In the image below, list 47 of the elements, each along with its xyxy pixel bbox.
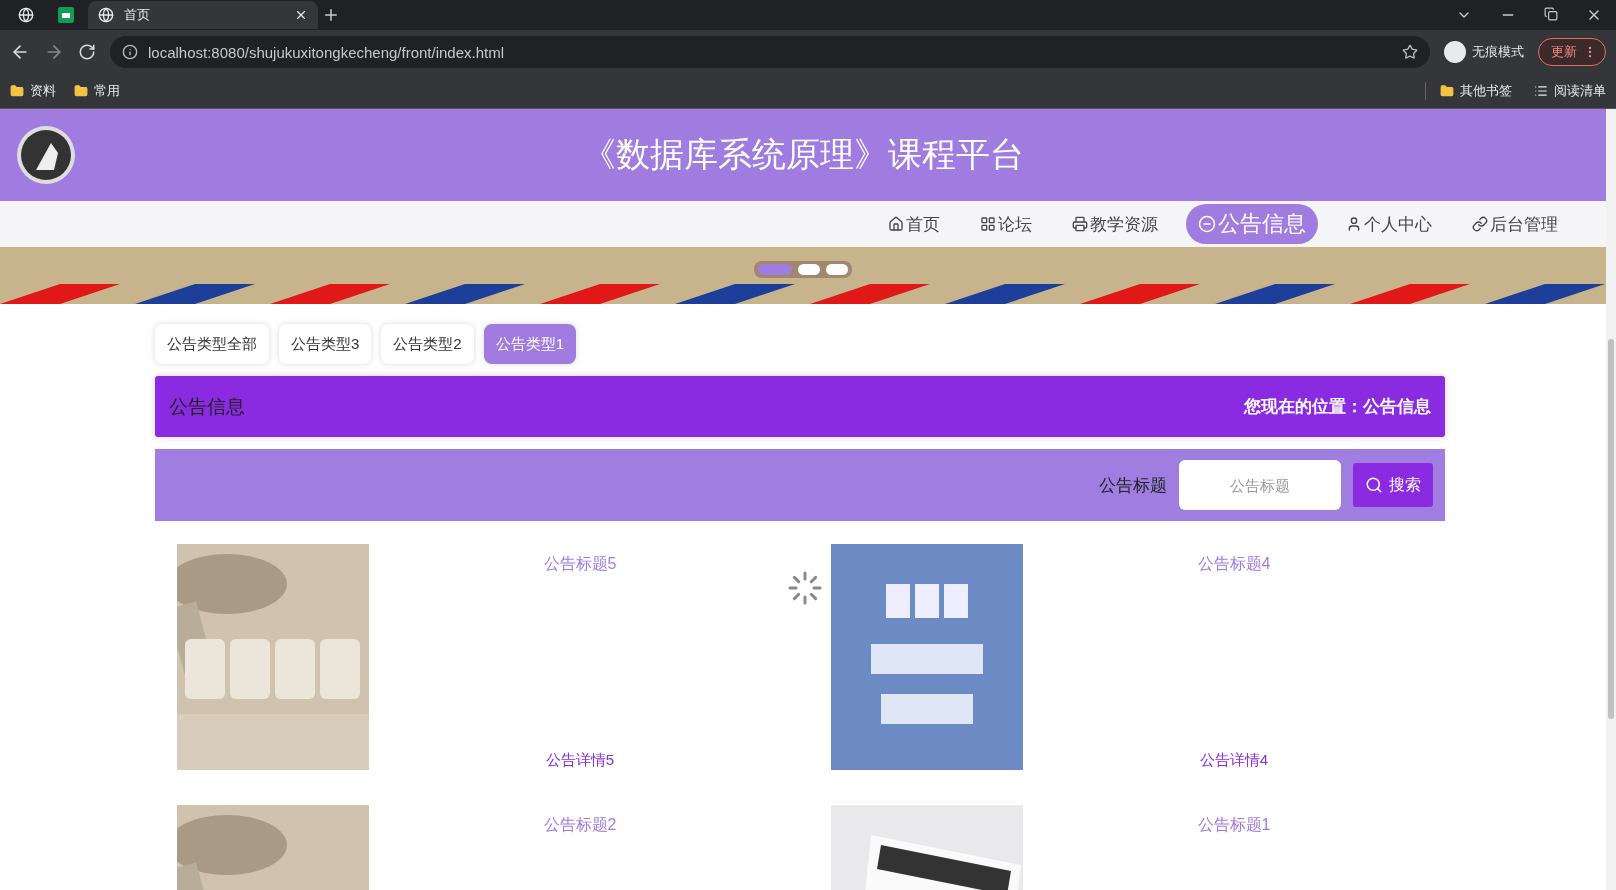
notice-detail[interactable]: 公告详情5 bbox=[545, 751, 615, 770]
resource-icon bbox=[1072, 216, 1088, 232]
nav-link[interactable]: 首页 bbox=[876, 204, 952, 244]
sheet-icon bbox=[58, 7, 74, 23]
incognito-label: 无痕模式 bbox=[1472, 43, 1524, 61]
update-button[interactable]: 更新 bbox=[1538, 38, 1606, 66]
reload-icon[interactable] bbox=[78, 43, 96, 61]
notice-icon bbox=[1198, 215, 1216, 233]
search-label: 公告标题 bbox=[1099, 474, 1167, 497]
filter-tab[interactable]: 公告类型3 bbox=[279, 324, 372, 364]
nav-link[interactable]: 个人中心 bbox=[1334, 204, 1444, 244]
breadcrumb: 您现在的位置：公告信息 bbox=[1244, 396, 1431, 418]
filter-tab[interactable]: 公告类型2 bbox=[381, 324, 474, 364]
list-icon bbox=[1534, 84, 1548, 98]
section-title: 公告信息 bbox=[169, 394, 245, 419]
logo-icon bbox=[16, 125, 76, 185]
new-tab-icon[interactable] bbox=[322, 6, 340, 24]
search-icon bbox=[1365, 476, 1383, 494]
browser-tab[interactable]: 首页 bbox=[88, 1, 318, 29]
user-icon bbox=[1346, 216, 1362, 232]
nav-link[interactable]: 后台管理 bbox=[1460, 204, 1570, 244]
globe-icon bbox=[18, 7, 34, 23]
restore-icon[interactable] bbox=[1544, 7, 1558, 21]
bookmark[interactable]: 其他书签 bbox=[1440, 82, 1512, 100]
search-button[interactable]: 搜索 bbox=[1353, 463, 1433, 507]
star-icon[interactable] bbox=[1402, 44, 1418, 60]
incognito-icon bbox=[1444, 41, 1466, 63]
bookmark[interactable]: 常用 bbox=[74, 82, 120, 100]
globe-icon bbox=[98, 7, 114, 23]
folder-icon bbox=[1440, 84, 1454, 98]
folder-icon bbox=[10, 84, 24, 98]
site-title: 《数据库系统原理》课程平台 bbox=[581, 134, 1025, 175]
info-icon bbox=[122, 44, 138, 60]
bookmark[interactable]: 资料 bbox=[10, 82, 56, 100]
nav-link[interactable]: 教学资源 bbox=[1060, 204, 1170, 244]
admin-icon bbox=[1472, 216, 1488, 232]
bookmark[interactable]: 阅读清单 bbox=[1534, 82, 1606, 100]
forum-icon bbox=[980, 216, 996, 232]
close-icon[interactable] bbox=[294, 8, 308, 22]
notice-detail[interactable]: 公告详情4 bbox=[1199, 751, 1269, 770]
home-icon bbox=[888, 216, 904, 232]
address-bar[interactable]: localhost:8080/shujukuxitongkecheng/front/index.html bbox=[110, 36, 1430, 68]
filter-tab[interactable]: 公告类型全部 bbox=[155, 324, 269, 364]
nav-link[interactable]: 论坛 bbox=[968, 204, 1044, 244]
search-field[interactable]: 公告标题 bbox=[1179, 460, 1341, 510]
scrollbar-thumb[interactable] bbox=[1608, 339, 1614, 719]
folder-icon bbox=[74, 84, 88, 98]
